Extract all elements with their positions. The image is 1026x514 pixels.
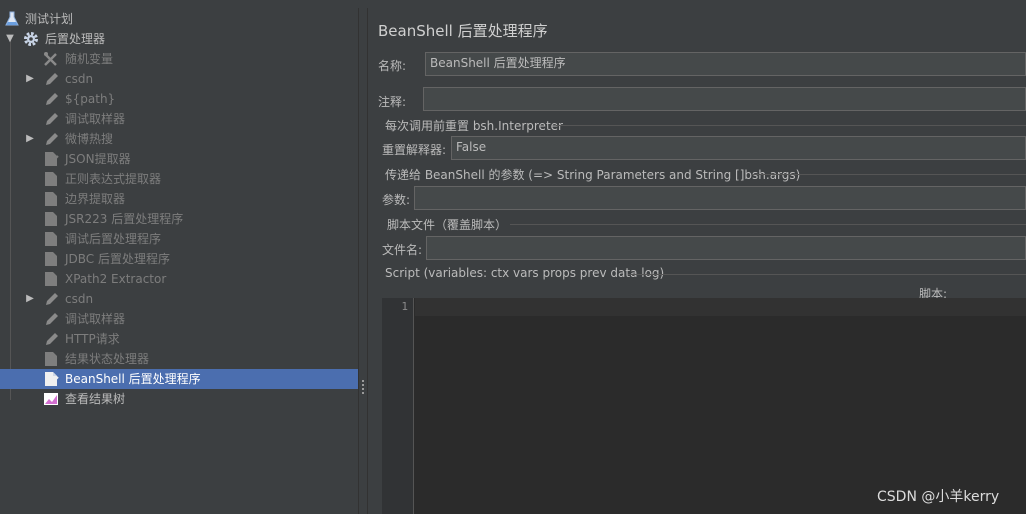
tree-item-http-request[interactable]: HTTP请求 bbox=[0, 329, 358, 349]
sampler-pencil-icon bbox=[43, 291, 59, 307]
reset-interpreter-select[interactable]: False bbox=[451, 136, 1026, 160]
sampler-pencil-icon bbox=[43, 91, 59, 107]
tree-item-test-plan[interactable]: 测试计划 bbox=[0, 9, 358, 29]
group-divider bbox=[628, 274, 1026, 275]
comment-label: 注释: bbox=[378, 95, 407, 109]
params-group-title: 传递给 BeanShell 的参数 (=> String Parameters … bbox=[385, 168, 801, 182]
sampler-pencil-icon bbox=[43, 311, 59, 327]
group-divider bbox=[510, 224, 1026, 225]
tree-item-label: 边界提取器 bbox=[65, 192, 126, 206]
tree-item-label: JDBC 后置处理程序 bbox=[65, 252, 170, 266]
config-element-icon bbox=[43, 51, 59, 67]
reset-interpreter-label: 重置解释器: bbox=[382, 143, 447, 157]
tree-item-label: 随机变量 bbox=[65, 52, 114, 66]
filename-label: 文件名: bbox=[382, 243, 423, 257]
post-processor-doc-icon bbox=[43, 271, 59, 287]
post-processor-doc-icon bbox=[43, 191, 59, 207]
tree-item-beanshell-post-processor[interactable]: BeanShell 后置处理程序 bbox=[0, 369, 358, 389]
tree-item-jsr223[interactable]: JSR223 后置处理程序 bbox=[0, 209, 358, 229]
comment-field[interactable] bbox=[423, 87, 1026, 111]
tree-item-label: HTTP请求 bbox=[65, 332, 120, 346]
line-number: 1 bbox=[401, 300, 408, 313]
tree-item-label: 调试后置处理程序 bbox=[65, 232, 162, 246]
tree-item-xpath2-extractor[interactable]: XPath2 Extractor bbox=[0, 269, 358, 289]
post-processor-doc-icon bbox=[43, 171, 59, 187]
tree-item-label: JSON提取器 bbox=[65, 152, 131, 166]
tree-item-weibo-hot[interactable]: ▶ 微博热搜 bbox=[0, 129, 358, 149]
splitter-grip-icon[interactable] bbox=[362, 380, 364, 396]
current-line-highlight bbox=[415, 298, 1026, 316]
tree-item-path[interactable]: ${path} bbox=[0, 89, 358, 109]
tree-item-label: 调试取样器 bbox=[65, 112, 126, 126]
tree-item-label: 正则表达式提取器 bbox=[65, 172, 162, 186]
tree-item-boundary-extractor[interactable]: 边界提取器 bbox=[0, 189, 358, 209]
sampler-pencil-icon bbox=[43, 71, 59, 87]
post-processor-doc-icon bbox=[43, 351, 59, 367]
tree-item-debug-post-processor[interactable]: 调试后置处理程序 bbox=[0, 229, 358, 249]
tree-item-label: JSR223 后置处理程序 bbox=[65, 212, 184, 226]
reset-group-title: 每次调用前重置 bsh.Interpreter bbox=[385, 119, 563, 133]
tree-item-post-processors[interactable]: ▼ 后置处理器 bbox=[0, 29, 358, 49]
chevron-right-icon[interactable]: ▶ bbox=[24, 289, 36, 309]
tree-item-label: ${path} bbox=[65, 92, 116, 106]
filename-field[interactable] bbox=[426, 236, 1026, 260]
tree-item-label: BeanShell 后置处理程序 bbox=[65, 372, 201, 386]
tree-item-label: csdn bbox=[65, 72, 94, 86]
tree-item-label: 调试取样器 bbox=[65, 312, 126, 326]
tree-item-label: XPath2 Extractor bbox=[65, 272, 167, 286]
script-file-group-title: 脚本文件（覆盖脚本） bbox=[387, 218, 508, 232]
tree-item-csdn-2[interactable]: ▶ csdn bbox=[0, 289, 358, 309]
chevron-right-icon[interactable]: ▶ bbox=[24, 129, 36, 149]
parameters-label: 参数: bbox=[382, 193, 411, 207]
tree-item-csdn[interactable]: ▶ csdn bbox=[0, 69, 358, 89]
tree-item-label: 查看结果树 bbox=[65, 392, 126, 406]
gear-icon bbox=[23, 31, 39, 47]
tree-item-debug-sampler[interactable]: 调试取样器 bbox=[0, 109, 358, 129]
beanshell-config-panel: BeanShell 后置处理程序 名称: BeanShell 后置处理程序 注释… bbox=[368, 8, 1026, 514]
chevron-down-icon[interactable]: ▼ bbox=[4, 29, 16, 49]
tree-item-debug-sampler-2[interactable]: 调试取样器 bbox=[0, 309, 358, 329]
tree-item-label: 微博热搜 bbox=[65, 132, 114, 146]
test-plan-icon bbox=[4, 11, 20, 27]
tree-item-json-extractor[interactable]: JSON提取器 bbox=[0, 149, 358, 169]
tree-item-regex-extractor[interactable]: 正则表达式提取器 bbox=[0, 169, 358, 189]
sampler-pencil-icon bbox=[43, 331, 59, 347]
tree-item-label: 后置处理器 bbox=[45, 32, 106, 46]
post-processor-doc-icon bbox=[43, 211, 59, 227]
sampler-pencil-icon bbox=[43, 111, 59, 127]
group-divider bbox=[556, 125, 1026, 126]
group-divider bbox=[752, 174, 1026, 175]
tree-item-view-results-tree[interactable]: 查看结果树 bbox=[0, 389, 358, 409]
parameters-field[interactable] bbox=[414, 186, 1026, 210]
listener-chart-icon bbox=[43, 391, 59, 407]
tree-item-random-variable[interactable]: 随机变量 bbox=[0, 49, 358, 69]
name-label: 名称: bbox=[378, 59, 407, 73]
test-plan-tree[interactable]: 测试计划 ▼ 后置处理器 随机变量 ▶ csdn ${path} 调试取样器 ▶… bbox=[0, 8, 358, 514]
script-group-title: Script (variables: ctx vars props prev d… bbox=[385, 266, 665, 280]
post-processor-doc-icon bbox=[43, 231, 59, 247]
line-number-gutter: 1 bbox=[382, 298, 414, 514]
tree-item-result-status-handler[interactable]: 结果状态处理器 bbox=[0, 349, 358, 369]
watermark: CSDN @小羊kerry bbox=[877, 489, 1000, 505]
tree-item-jdbc-post-processor[interactable]: JDBC 后置处理程序 bbox=[0, 249, 358, 269]
chevron-right-icon[interactable]: ▶ bbox=[24, 69, 36, 89]
script-editor[interactable]: 1 bbox=[382, 298, 1026, 514]
tree-item-label: 测试计划 bbox=[25, 12, 74, 26]
tree-item-label: 结果状态处理器 bbox=[65, 352, 150, 366]
panel-title: BeanShell 后置处理程序 bbox=[378, 22, 548, 40]
panel-splitter[interactable] bbox=[358, 8, 368, 514]
tree-item-label: csdn bbox=[65, 292, 94, 306]
name-field[interactable]: BeanShell 后置处理程序 bbox=[425, 52, 1026, 76]
post-processor-doc-icon bbox=[43, 371, 59, 387]
post-processor-doc-icon bbox=[43, 251, 59, 267]
post-processor-doc-icon bbox=[43, 151, 59, 167]
sampler-pencil-icon bbox=[43, 131, 59, 147]
